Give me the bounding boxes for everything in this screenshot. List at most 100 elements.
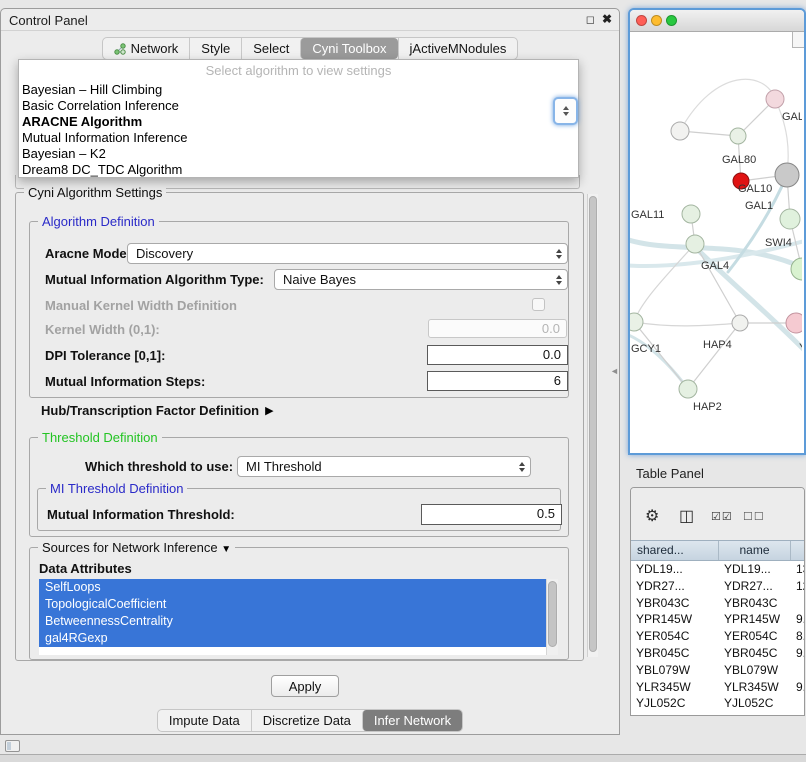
tab-cyni-toolbox[interactable]: Cyni Toolbox [300, 38, 397, 59]
table-row[interactable]: YBR045CYBR045C9. [631, 645, 804, 662]
tab-discretize-data[interactable]: Discretize Data [251, 710, 362, 731]
table-cell: 12 [791, 578, 804, 595]
bottom-tabs: Impute Data Discretize Data Infer Networ… [157, 709, 463, 732]
network-node[interactable] [786, 313, 802, 333]
column-header-partial[interactable] [791, 541, 804, 560]
network-window-titlebar[interactable] [630, 10, 804, 32]
algorithm-option[interactable]: Basic Correlation Inference [19, 98, 578, 114]
table-row[interactable]: YBR043CYBR043C [631, 595, 804, 612]
mi-threshold-label: Mutual Information Threshold: [47, 507, 235, 523]
table-row[interactable]: YDL19...YDL19...13 [631, 561, 804, 578]
table-cell: YBR045C [719, 645, 791, 662]
which-threshold-select[interactable]: MI Threshold [237, 456, 531, 477]
network-edge[interactable] [634, 322, 688, 389]
select-all-icon[interactable]: ☑☑ [711, 510, 733, 523]
network-node[interactable] [630, 313, 643, 331]
network-edge[interactable] [688, 323, 740, 389]
mi-threshold-input[interactable]: 0.5 [421, 504, 562, 525]
close-panel-icon[interactable]: ✖ [602, 12, 612, 26]
mi-steps-input[interactable]: 6 [427, 371, 568, 391]
settings-scrollbar[interactable] [587, 194, 598, 657]
minimize-window-icon[interactable] [651, 15, 662, 26]
algorithm-option[interactable]: Mutual Information Inference [19, 130, 578, 146]
table-row[interactable]: YPR145WYPR145W9. [631, 611, 804, 628]
network-node[interactable] [780, 209, 800, 229]
network-node[interactable] [682, 205, 700, 223]
node-label: HAP4 [703, 339, 732, 351]
threshold-definition-title: Threshold Definition [38, 430, 162, 445]
network-node[interactable] [679, 380, 697, 398]
dpi-tolerance-input[interactable]: 0.0 [427, 345, 568, 365]
table-cell: YBR043C [631, 595, 719, 612]
table-cell [791, 662, 804, 679]
minimized-panel-icon[interactable] [5, 740, 20, 752]
network-window: GAL7GAL80GAL10GAL11GAL1SWI4GAL4GCY1HAP4Y… [628, 8, 806, 455]
aracne-mode-label: Aracne Mode: [45, 246, 131, 262]
apply-button[interactable]: Apply [271, 675, 339, 697]
scrollbar-thumb[interactable] [589, 196, 597, 652]
close-window-icon[interactable] [636, 15, 647, 26]
table-cell: YBR043C [719, 595, 791, 612]
network-scrollbar[interactable] [792, 32, 804, 48]
columns-icon[interactable]: ◫ [679, 506, 694, 526]
tab-style[interactable]: Style [189, 38, 241, 59]
network-node[interactable] [671, 122, 689, 140]
network-view[interactable]: GAL7GAL80GAL10GAL11GAL1SWI4GAL4GCY1HAP4Y… [630, 32, 804, 453]
table-row[interactable]: YJL052CYJL052C [631, 695, 804, 712]
column-header-name[interactable]: name [719, 541, 791, 560]
attribute-item[interactable]: gal4RGexp [39, 630, 546, 647]
table-row[interactable]: YDR27...YDR27...12 [631, 578, 804, 595]
tab-label: Cyni Toolbox [312, 41, 386, 56]
node-label: GAL80 [722, 154, 756, 166]
tab-impute-data[interactable]: Impute Data [158, 710, 251, 731]
table-row[interactable]: YLR345WYLR345W9. [631, 679, 804, 696]
kernel-width-input[interactable]: 0.0 [428, 319, 567, 338]
table-cell: YJL052C [631, 695, 719, 712]
network-node[interactable] [775, 163, 799, 187]
gear-icon[interactable]: ⚙ [645, 506, 659, 526]
tab-select[interactable]: Select [241, 38, 300, 59]
table-cell: YDR27... [719, 578, 791, 595]
tab-infer-network[interactable]: Infer Network [362, 710, 462, 731]
table-row[interactable]: YER054CYER054C8. [631, 628, 804, 645]
network-edge[interactable] [680, 79, 775, 131]
zoom-window-icon[interactable] [666, 15, 677, 26]
table-cell: YBR045C [631, 645, 719, 662]
table-panel-window: ⚙ ◫ ☑☑ ☐☐ shared... name YDL19...YDL19..… [630, 487, 805, 716]
control-panel-window: Control Panel ◻ ✖ Network Sty [0, 8, 620, 735]
column-header-shared[interactable]: shared... [631, 541, 719, 560]
network-node[interactable] [686, 235, 704, 253]
float-window-icon[interactable]: ◻ [586, 13, 595, 26]
algorithm-option[interactable]: ARACNE Algorithm [19, 114, 578, 130]
scrollbar-thumb[interactable] [548, 581, 557, 647]
attributes-scrollbar[interactable] [546, 579, 558, 655]
network-node[interactable] [730, 128, 746, 144]
tab-jactivemodules[interactable]: jActiveMNodules [398, 38, 518, 59]
tab-network[interactable]: Network [103, 38, 190, 59]
attribute-item[interactable]: BetweennessCentrality [39, 613, 546, 630]
attribute-item[interactable]: TopologicalCoefficient [39, 596, 546, 613]
network-edge[interactable] [634, 322, 740, 326]
network-edge[interactable] [634, 244, 695, 322]
splitter-arrow[interactable]: ◄ [610, 366, 619, 376]
deselect-all-icon[interactable]: ☐☐ [743, 510, 765, 523]
mi-type-label: Mutual Information Algorithm Type: [45, 272, 264, 288]
manual-kernel-checkbox[interactable] [532, 298, 545, 311]
aracne-mode-select[interactable]: Discovery [127, 243, 568, 264]
table-panel-title: Table Panel [636, 466, 704, 481]
network-node[interactable] [732, 315, 748, 331]
table-row[interactable]: YBL079WYBL079W [631, 662, 804, 679]
mi-type-select[interactable]: Naive Bayes [274, 269, 568, 290]
algorithm-option[interactable]: Dream8 DC_TDC Algorithm [19, 162, 578, 178]
network-node[interactable] [766, 90, 784, 108]
table-cell: YBL079W [631, 662, 719, 679]
algorithm-option[interactable]: Bayesian – Hill Climbing [19, 82, 578, 98]
collapse-arrow-icon[interactable]: ▼ [221, 544, 231, 555]
attribute-item[interactable]: SelfLoops [39, 579, 546, 596]
hub-definition-expander[interactable]: Hub/Transcription Factor Definition ▶ [41, 403, 274, 418]
algorithm-combo-stepper[interactable] [553, 97, 578, 125]
network-canvas[interactable]: GAL7GAL80GAL10GAL11GAL1SWI4GAL4GCY1HAP4Y… [630, 32, 802, 453]
network-edge[interactable] [630, 332, 688, 389]
tab-label: Style [201, 41, 230, 56]
algorithm-option[interactable]: Bayesian – K2 [19, 146, 578, 162]
